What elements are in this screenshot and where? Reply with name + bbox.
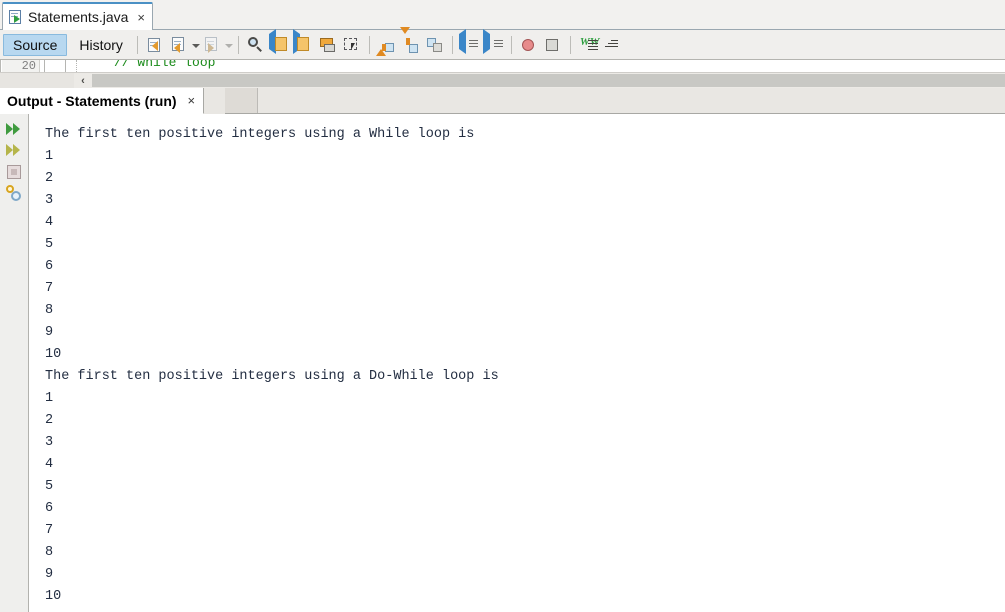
java-file-icon: [9, 9, 23, 25]
output-line: 10: [45, 347, 62, 362]
output-line: 2: [45, 171, 54, 186]
output-line: 4: [45, 215, 54, 230]
forward-navigate-dropdown-icon[interactable]: [224, 34, 233, 56]
output-line: 9: [45, 325, 54, 340]
output-body: The first ten positive integers using a …: [0, 114, 1005, 612]
output-line: 6: [45, 259, 54, 274]
output-gutter-toolbar: [0, 114, 29, 612]
editor-horizontal-scrollbar[interactable]: ‹: [0, 72, 1005, 88]
output-line: 10: [45, 589, 62, 604]
file-tab-close-icon[interactable]: ×: [133, 11, 145, 24]
shift-line-left-icon[interactable]: [458, 28, 481, 56]
output-line: 5: [45, 479, 54, 494]
stop-icon[interactable]: [542, 34, 564, 56]
toolbar-separator: [368, 35, 370, 54]
toolbar-separator: [136, 35, 138, 54]
scrollbar-left-pad: [0, 73, 74, 88]
output-line: 8: [45, 545, 54, 560]
comment-icon[interactable]: [424, 34, 446, 56]
toggle-bookmark-icon[interactable]: [317, 34, 339, 56]
output-window: Output - Statements (run) × The first te…: [0, 88, 1005, 612]
shift-line-up-icon[interactable]: [375, 33, 398, 56]
output-line: 3: [45, 193, 54, 208]
output-line: 6: [45, 501, 54, 516]
output-line: 9: [45, 567, 54, 582]
output-line: 4: [45, 457, 54, 472]
find-selection-icon[interactable]: [245, 34, 267, 56]
tab-source-label: Source: [13, 36, 58, 53]
shift-line-down-icon[interactable]: [399, 26, 422, 56]
last-edit-icon[interactable]: [144, 34, 166, 56]
next-error-icon[interactable]: WW: [577, 34, 600, 56]
forward-navigate-icon[interactable]: [201, 34, 223, 56]
output-line: 2: [45, 413, 54, 428]
tab-source[interactable]: Source: [3, 33, 68, 56]
toolbar-separator: [569, 35, 571, 54]
output-line: 7: [45, 281, 54, 296]
tab-history-label: History: [79, 36, 123, 53]
output-line: 5: [45, 237, 54, 252]
output-line: 3: [45, 435, 54, 450]
file-tab-label: Statements.java: [28, 9, 129, 25]
output-settings-icon[interactable]: [3, 182, 25, 203]
shift-line-right-icon[interactable]: [482, 28, 505, 56]
output-tab-label: Output - Statements (run): [7, 92, 177, 109]
editor-code-sliver: 20 // while loop: [0, 60, 1005, 72]
output-line: 1: [45, 391, 54, 406]
editor-window: Statements.java × Source History WW 20 /…: [0, 0, 1005, 88]
output-tab-strip: Output - Statements (run) ×: [0, 88, 1005, 114]
file-tab-statements-java[interactable]: Statements.java ×: [2, 2, 153, 30]
toggle-breakpoint-icon[interactable]: [518, 34, 540, 56]
output-line: 1: [45, 149, 54, 164]
output-tab-strip-filler-block: [225, 88, 258, 113]
output-tab-strip-filler: [225, 88, 1005, 114]
stop-process-icon[interactable]: [3, 161, 25, 182]
editor-code-comment: // while loop: [114, 60, 216, 70]
rectangular-selection-icon[interactable]: [341, 34, 363, 56]
output-console-text[interactable]: The first ten positive integers using a …: [30, 114, 1005, 612]
output-line: The first ten positive integers using a …: [45, 127, 475, 142]
rerun-with-arguments-icon[interactable]: [3, 140, 25, 161]
toolbar-separator: [237, 35, 239, 54]
previous-error-icon[interactable]: [601, 34, 623, 56]
scrollbar-left-arrow-icon[interactable]: ‹: [74, 73, 92, 88]
toolbar-separator: [510, 35, 512, 54]
tab-output-statements-run[interactable]: Output - Statements (run) ×: [0, 88, 205, 114]
editor-fold-marks: [41, 60, 77, 72]
previous-bookmark-icon[interactable]: [268, 28, 291, 56]
scrollbar-thumb[interactable]: [92, 74, 1005, 87]
toolbar-separator: [451, 35, 453, 54]
output-line: The first ten positive integers using a …: [45, 369, 499, 384]
editor-tab-strip: Statements.java ×: [0, 0, 1005, 30]
next-bookmark-icon[interactable]: [292, 28, 315, 56]
back-navigate-icon[interactable]: [168, 34, 190, 56]
tab-history[interactable]: History: [70, 34, 132, 56]
editor-toolbar: Source History WW: [0, 26, 1005, 60]
output-line: 8: [45, 303, 54, 318]
back-navigate-dropdown-icon[interactable]: [191, 34, 200, 56]
editor-line-number: 20: [2, 60, 40, 72]
rerun-icon[interactable]: [3, 119, 25, 140]
output-line: 7: [45, 523, 54, 538]
output-tab-close-icon[interactable]: ×: [184, 94, 196, 107]
